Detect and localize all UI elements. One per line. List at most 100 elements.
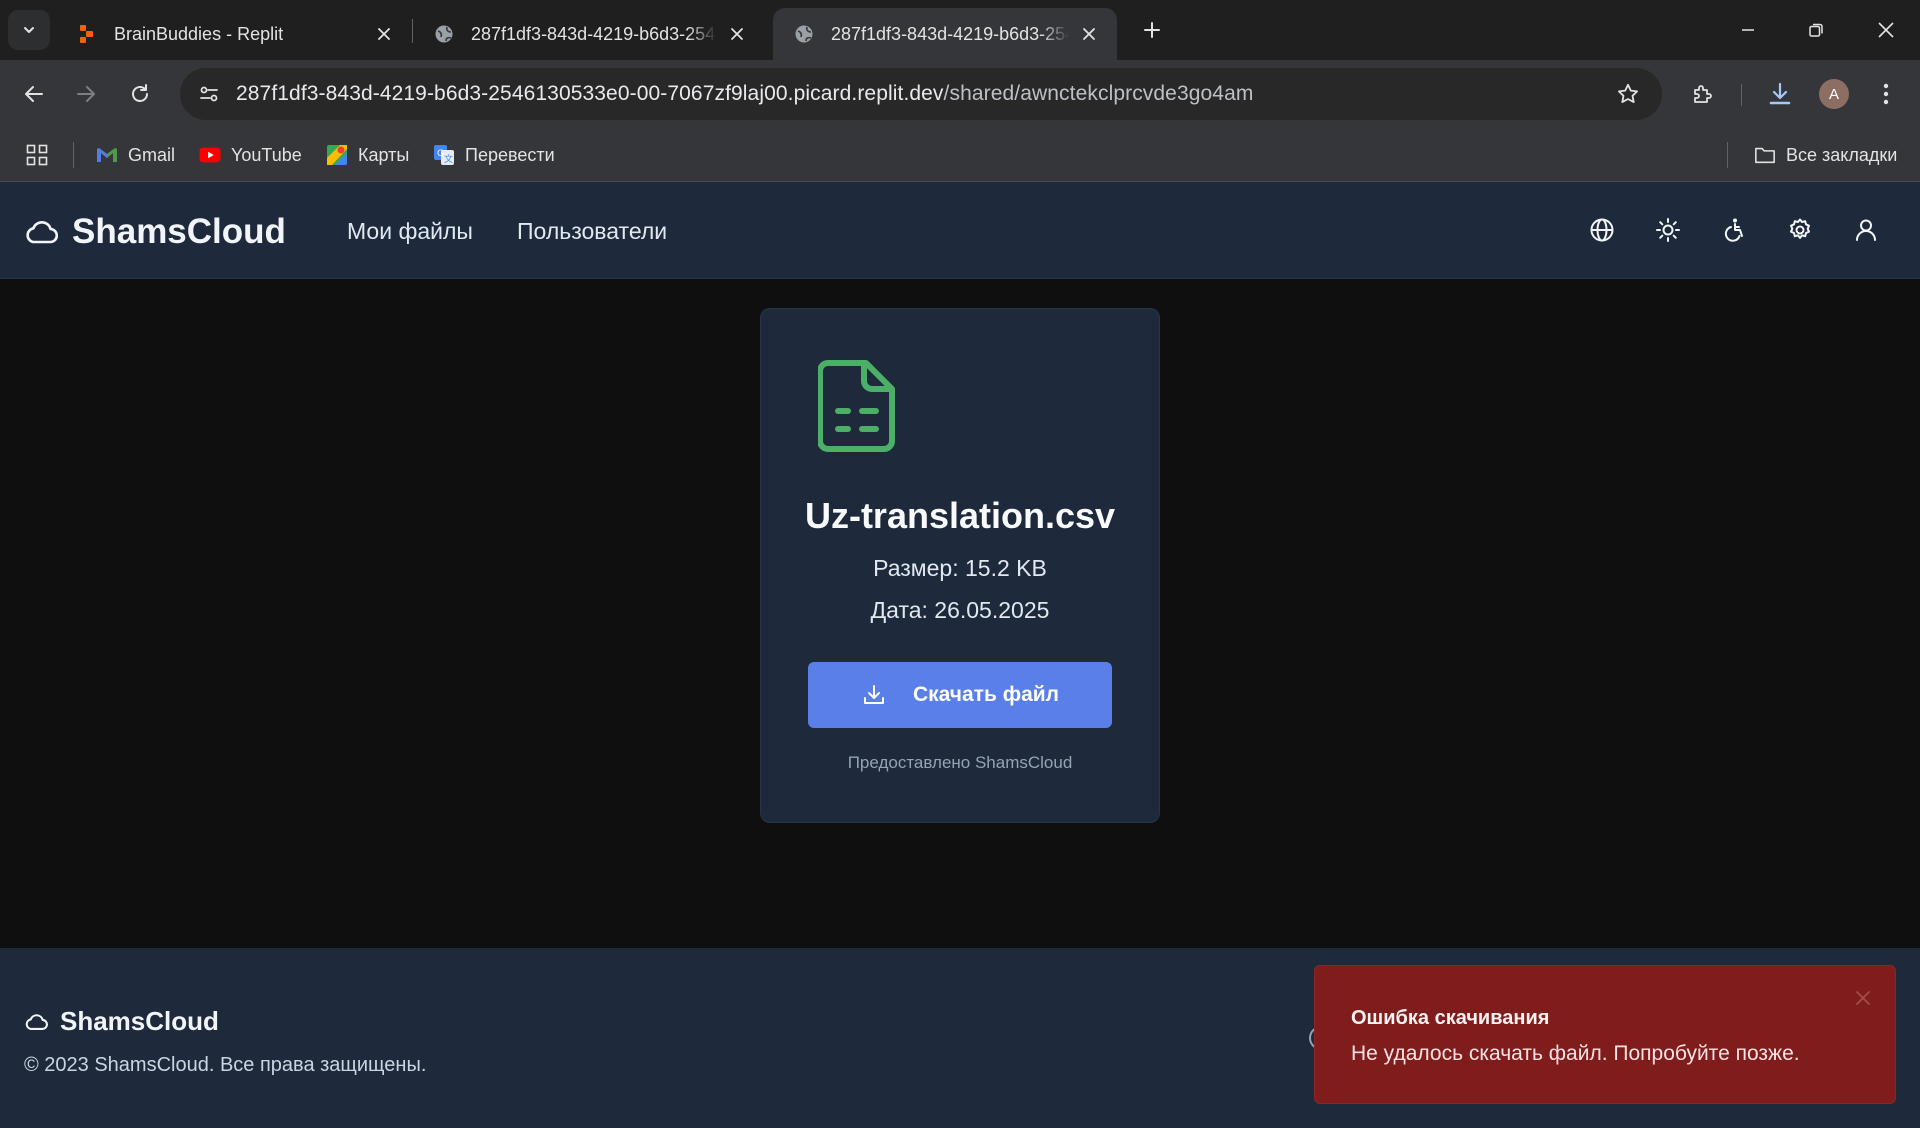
svg-text:文: 文 [444,153,453,165]
tab-close-icon[interactable] [372,22,396,46]
maps-icon [326,144,348,166]
apps-button[interactable] [26,140,48,170]
bookmarks-divider [1727,142,1728,168]
url-text: 287f1df3-843d-4219-b6d3-2546130533e0-00-… [236,82,1253,106]
tab-title: BrainBuddies - Replit [114,23,284,44]
close-icon [1856,991,1870,1005]
toast-title: Ошибка скачивания [1351,1007,1550,1029]
globe-icon [1590,218,1614,242]
plus-icon [1144,22,1160,38]
profile-button[interactable] [1848,212,1884,248]
folder-icon [1754,144,1776,166]
download-icon [861,682,887,708]
app-header: ShamsCloud Мои файлы Пользователи [0,182,1920,279]
nav-my-files[interactable]: Мои файлы [347,218,473,245]
toast-close-button[interactable] [1851,986,1875,1010]
cloud-icon [24,1010,48,1034]
file-text-icon [818,360,895,452]
translate-icon: G文 [433,144,455,166]
tab-close-icon[interactable] [725,22,749,46]
bookmark-youtube[interactable]: YouTube [199,140,302,170]
brand-name: ShamsCloud [72,212,286,251]
tab-search-button[interactable] [8,10,50,50]
site-info-button[interactable] [184,76,234,112]
settings-button[interactable] [1782,212,1818,248]
replit-icon [76,23,98,45]
globe-icon [793,23,815,45]
arrow-right-icon [77,86,95,102]
file-date: Дата: 26.05.2025 [870,597,1050,623]
url-path: /shared/awnctekclprcvde3go4am [943,82,1254,105]
download-label: Скачать файл [912,683,1060,706]
svg-text:G: G [437,149,444,159]
browser-menu-button[interactable] [1866,74,1906,114]
bookmark-gmail[interactable]: Gmail [96,140,175,170]
download-file-button[interactable]: Скачать файл [808,662,1112,728]
error-toast: Ошибка скачивания Не удалось скачать фай… [1314,965,1896,1104]
browser-tabstrip: BrainBuddies - Replit 287f1df3-843d-4219… [0,0,1920,60]
bookmark-maps[interactable]: Карты [326,140,409,170]
reload-icon [132,84,148,102]
profile-avatar[interactable]: A [1819,79,1849,109]
footer-brand: ShamsCloud [24,1006,219,1037]
accessibility-button[interactable] [1716,212,1752,248]
user-icon [1856,219,1876,241]
file-name: Uz-translation.csv [804,495,1116,536]
tune-icon [200,86,218,102]
nav-users[interactable]: Пользователи [517,218,667,245]
downloads-button[interactable] [1760,74,1800,114]
reload-button[interactable] [120,74,160,114]
browser-tab-2[interactable]: 287f1df3-843d-4219-b6d3-2546130533e0-00-… [413,8,765,60]
close-icon [1878,22,1894,38]
youtube-icon [199,144,221,166]
more-vert-icon [1883,83,1889,105]
forward-button[interactable] [66,74,106,114]
browser-tab-1[interactable]: BrainBuddies - Replit [56,8,412,60]
bookmarks-bar: Gmail YouTube Карты G文 Перевести Все зак… [0,128,1920,182]
bookmark-label: Перевести [465,144,555,165]
browser-toolbar: 287f1df3-843d-4219-b6d3-2546130533e0-00-… [0,60,1920,128]
chevron-down-icon [24,27,34,33]
sun-icon [1656,218,1680,242]
tab-title: 287f1df3-843d-4219-b6d3-2546130533e0-00-… [831,23,1069,44]
bookmark-star-button[interactable] [1614,80,1642,108]
bookmark-label: Карты [358,144,410,165]
restore-icon [1809,23,1823,37]
bookmark-label: YouTube [231,144,302,165]
theme-toggle-button[interactable] [1650,212,1686,248]
download-icon [1769,82,1791,105]
star-icon [1618,83,1638,103]
bookmark-translate[interactable]: G文 Перевести [433,140,555,170]
restore-button[interactable] [1782,0,1850,60]
arrow-left-icon [25,86,43,102]
toolbar-divider [1741,84,1742,106]
footer-brand-name: ShamsCloud [60,1006,219,1036]
shared-file-card: Uz-translation.csv Размер: 15.2 KB Дата:… [760,308,1160,823]
extensions-button[interactable] [1683,74,1723,114]
tab-title: 287f1df3-843d-4219-b6d3-2546130533e0-00-… [471,23,717,44]
gear-icon [1790,218,1810,239]
language-button[interactable] [1584,212,1620,248]
tab-close-icon[interactable] [1077,22,1101,46]
new-tab-button[interactable] [1134,12,1170,48]
toast-message: Не удалось скачать файл. Попробуйте позж… [1351,1042,1800,1065]
close-window-button[interactable] [1852,0,1920,60]
back-button[interactable] [14,74,54,114]
apps-grid-icon [26,144,48,166]
brand-link[interactable]: ShamsCloud [24,212,286,252]
url-host: 287f1df3-843d-4219-b6d3-2546130533e0-00-… [236,82,944,105]
minimize-button[interactable] [1714,0,1782,60]
footer-copyright: © 2023 ShamsCloud. Все права защищены. [24,1054,427,1076]
bookmarks-divider [73,142,74,168]
browser-tab-3-active[interactable]: 287f1df3-843d-4219-b6d3-2546130533e0-00-… [773,8,1117,60]
all-bookmarks-label: Все закладки [1786,144,1898,165]
bookmark-label: Gmail [128,144,176,165]
provided-by: Предоставлено ShamsCloud [847,753,1073,772]
cloud-icon [24,215,58,249]
globe-icon [433,23,455,45]
gmail-icon [96,144,118,166]
file-size: Размер: 15.2 KB [873,555,1047,581]
all-bookmarks-button[interactable]: Все закладки [1754,140,1897,170]
minimize-icon [1742,29,1754,31]
address-bar[interactable]: 287f1df3-843d-4219-b6d3-2546130533e0-00-… [180,68,1662,120]
